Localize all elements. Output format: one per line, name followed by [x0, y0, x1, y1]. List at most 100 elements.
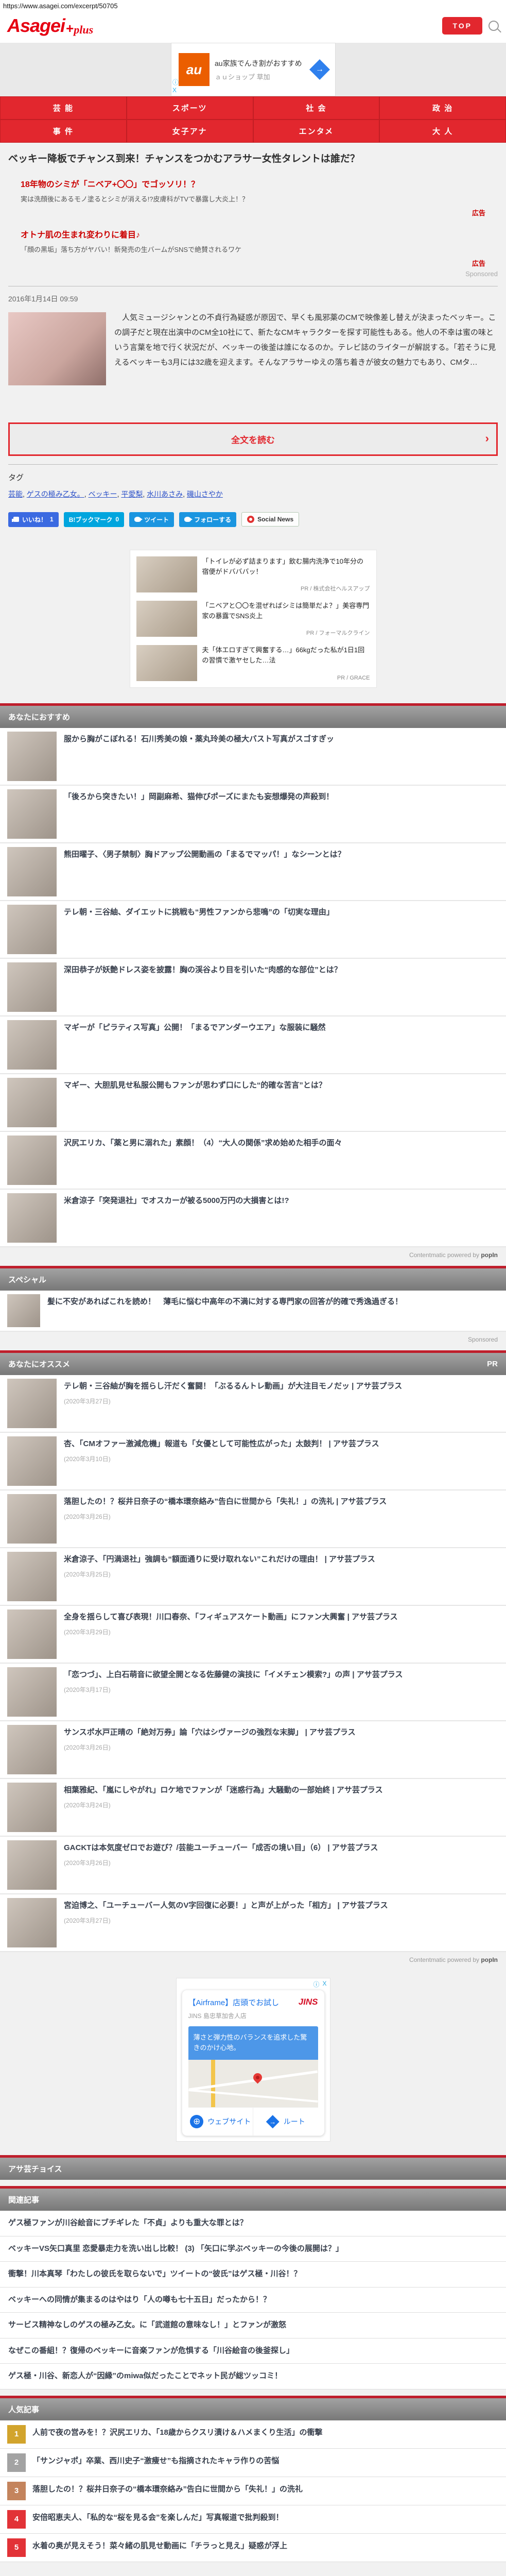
nav-item-geino[interactable]: 芸 能	[0, 96, 127, 120]
list-item[interactable]: マギーが「ピラティス写真」公開！「まるでアンダーウエア」な服装に騒然	[0, 1016, 506, 1074]
read-more-button[interactable]: 全文を読む ›	[8, 422, 498, 456]
tag-link[interactable]: 水川あさみ	[147, 490, 183, 498]
tag-link[interactable]: 芸能	[8, 490, 23, 498]
popin-credit: Contentmatic powered by popIn	[0, 1247, 506, 1260]
list-item[interactable]: テレ朝・三谷紬が胸を揺らし汗だく奮闘！「ぶるるんトレ動画」が大注目モノだッ | …	[0, 1375, 506, 1433]
hatena-label: B!ブックマーク	[69, 515, 113, 524]
list-item[interactable]: 服から胸がこぼれる！石川秀美の娘・薬丸玲美の極大バスト写真がスゴすぎッ	[0, 728, 506, 786]
native-ad[interactable]: 夫「体エロすぎて興奮する…」66kgだった私が1日1回の習慣で激ヤセした…法 P…	[134, 641, 372, 685]
article-thumbnail	[7, 789, 57, 839]
list-item[interactable]: 宮迫博之、「ユーチューバー人気のV字回復に必要！」と声が上がった「相方」 | ア…	[0, 1894, 506, 1952]
list-item[interactable]: テレ朝・三谷紬、ダイエットに挑戦も“男性ファンから悲鳴”の「切実な理由」	[0, 901, 506, 959]
list-item[interactable]: 「後ろから突きたい！」岡副麻希、猫伸びポーズにまたも妄想爆発の声殺到！	[0, 786, 506, 843]
list-item[interactable]: GACKTは本気度ゼロでお遊び？/芸能ユーチューバー「成否の境い目」（6） | …	[0, 1837, 506, 1894]
ranked-item[interactable]: 5水着の奥が見えそう！菜々緒の肌見せ動画に「チラっと見え」疑惑が浮上	[0, 2534, 506, 2562]
article-title: 深田恭子が妖艶ドレス姿を披露！胸の渓谷より目を引いた“肉感的な部位”とは？	[64, 962, 342, 1012]
nav-item-seiji[interactable]: 政 治	[379, 96, 506, 120]
nav-item-otona[interactable]: 大 人	[379, 120, 506, 143]
ranked-item[interactable]: 1人前で夜の営みを！？沢尻エリカ、「18歳からクスリ漬け＆ハメまくり生活」の衝撃	[0, 2420, 506, 2449]
text-ad-headline[interactable]: オトナ肌の生まれ変わりに着目♪	[21, 228, 485, 240]
section-header-related: 関連記事	[0, 2186, 506, 2211]
route-arrow-icon	[266, 2115, 280, 2128]
arrow-diamond-icon[interactable]: →	[309, 59, 330, 80]
article-photo	[8, 312, 106, 385]
article-thumbnail	[7, 905, 57, 954]
tag-link[interactable]: 平愛梨	[121, 490, 143, 498]
rank-badge: 4	[7, 2510, 26, 2529]
popin-credit: Contentmatic powered by popIn	[0, 1952, 506, 1964]
jins-map-ad[interactable]: ⓘ X 【Airframe】店頭でお試し JINS 島忠草加舎人店 JINS 薄…	[176, 1978, 330, 2142]
follow-label: フォローする	[194, 515, 231, 524]
article-date: (2020年3月25日)	[64, 1570, 375, 1579]
osusume-list: テレ朝・三谷紬が胸を揺らし汗だく奮闘！「ぶるるんトレ動画」が大注目モノだッ | …	[0, 1375, 506, 1952]
tweet-button[interactable]: ツイート	[129, 512, 174, 527]
facebook-like-button[interactable]: いいね！ 1	[8, 512, 59, 527]
ad-close-icon[interactable]: X	[172, 87, 179, 95]
rank-badge: 1	[7, 2425, 26, 2444]
list-item[interactable]: 全身を揺らして喜び表現！川口春奈、「フィギュアスケート動画」にファン大興奮 | …	[0, 1606, 506, 1664]
website-button[interactable]: ウェブサイト	[188, 2108, 253, 2136]
list-item[interactable]: 「恋つづ」、上白石萌音に欲望全開となる佐藤健の演技に「イメチェン模索?」の声 |…	[0, 1664, 506, 1721]
twitter-bird-icon	[134, 517, 141, 522]
twitter-follow-button[interactable]: フォローする	[179, 512, 236, 527]
article-date: (2020年3月17日)	[64, 1685, 403, 1694]
ad-thumbnail	[136, 601, 197, 637]
site-logo[interactable]: Asagei+plus	[7, 15, 93, 37]
ranked-item[interactable]: 2「サンジャポ」卒業、西川史子“激痩せ”も指摘されたキャラ作りの苦悩	[0, 2449, 506, 2477]
nav-item-sports[interactable]: スポーツ	[127, 96, 253, 120]
au-ad-card[interactable]: au au家族でんき割がおすすめ ａｕショップ 草加 → ⓘ X	[171, 43, 336, 96]
list-item[interactable]: ベッキーVS矢口真里 恋愛暴走力を洗い出し比較！ (3) 「矢口に学ぶベッキーの…	[0, 2236, 506, 2262]
list-item[interactable]: ベッキーへの同情が集まるのはやはり「人の噂も七十五日」だったから！？	[0, 2287, 506, 2313]
list-item[interactable]: 衝撃！川本真琴「わたしの彼氏を取らないで」ツイートの“彼氏”はゲス極・川谷！？	[0, 2262, 506, 2287]
list-item[interactable]: マギー、大胆肌見せ私服公開もファンが思わず口にした“的確な苦言”とは？	[0, 1074, 506, 1132]
native-ad[interactable]: 「トイレが必ず詰まります」飲む腸内洗浄で10年分の宿便がドバババッ！ PR / …	[134, 552, 372, 597]
list-item[interactable]: ゲス極・川谷、新恋人が“因縁”のmiwa似だったことでネット民が総ツッコミ！	[0, 2364, 506, 2389]
list-item[interactable]: 深田恭子が妖艶ドレス姿を披露！胸の渓谷より目を引いた“肉感的な部位”とは？	[0, 959, 506, 1016]
search-icon[interactable]	[488, 21, 499, 31]
ranked-item[interactable]: 4安倍昭恵夫人、「私的な“桜を見る会”を楽しんだ」写真報道で批判殺到！	[0, 2505, 506, 2534]
rank-badge: 5	[7, 2538, 26, 2557]
pr-label: PR	[487, 1360, 498, 1368]
list-item[interactable]: サービス精神なしのゲスの極み乙女。に「武道館の意味なし！」とファンが激怒	[0, 2313, 506, 2338]
list-item[interactable]: サンスポ水戸正晴の「絶対万券」論「穴はシヴァージの強烈な末脚」 | アサ芸プラス…	[0, 1721, 506, 1779]
article-thumbnail	[7, 1667, 57, 1717]
tag-link[interactable]: 磯山さやか	[187, 490, 223, 498]
list-item[interactable]: なぜこの番組！？復帰のベッキーに音楽ファンが危惧する「川谷絵音の後釜探し」	[0, 2338, 506, 2364]
list-item[interactable]: 杏、「CMオファー激減危機」報道も「女優として可能性広がった」太鼓判！ | アサ…	[0, 1433, 506, 1490]
list-item[interactable]: ゲス極ファンが川谷絵音にブチギレた「不貞」よりも重大な罪とは？	[0, 2211, 506, 2236]
text-ad-1[interactable]: 18年物のシミが「ニベア+〇〇」でゴッソリ！？ 実は洗顔後にあるモノ塗るとシミが…	[21, 177, 485, 217]
text-ad-headline[interactable]: 18年物のシミが「ニベア+〇〇」でゴッソリ！？	[21, 177, 485, 190]
route-button[interactable]: ルート	[253, 2108, 318, 2136]
ad-info-icon[interactable]: ⓘ	[172, 79, 179, 87]
nav-item-jiken[interactable]: 事 件	[0, 120, 127, 143]
site-header: Asagei+plus TOP	[0, 11, 506, 43]
list-item[interactable]: 沢尻エリカ、「薬と男に溺れた」素顔！（4）“大人の関係”求め始めた相手の面々	[0, 1132, 506, 1190]
list-item[interactable]: 髪に不安があればこれを読め！ 薄毛に悩む中高年の不満に対する専門家の回答が的確で…	[0, 1291, 506, 1332]
article-title: 落胆したの！？桜井日奈子の“橋本環奈絡み”告白に世間から「失礼！」の洗礼 | ア…	[64, 1494, 387, 1509]
text-ad-2[interactable]: オトナ肌の生まれ変わりに着目♪ 「顔の黒垢」落ち方がヤバい！新発売の生バームがS…	[21, 228, 485, 268]
article-thumbnail	[7, 1783, 57, 1832]
hatena-bookmark-button[interactable]: B!ブックマーク 0	[64, 512, 124, 527]
native-ad[interactable]: 「ニベアと〇〇を混ぜればシミは簡単だよ？」美容専門家の暴露でSNS炎上 PR /…	[134, 597, 372, 641]
tag-link[interactable]: ゲスの極み乙女。	[27, 490, 84, 498]
popular-list: 1人前で夜の営みを！？沢尻エリカ、「18歳からクスリ漬け＆ハメまくり生活」の衝撃…	[0, 2420, 506, 2562]
list-item[interactable]: 落胆したの！？桜井日奈子の“橋本環奈絡み”告白に世間から「失礼！」の洗礼 | ア…	[0, 1490, 506, 1548]
list-item[interactable]: 熊田曜子、〈男子禁制〉胸ドアップ公開動画の「まるでマッパ！」なシーンとは？	[0, 843, 506, 901]
section-title: 人気記事	[8, 2404, 39, 2415]
ad-close-icon[interactable]: X	[322, 1980, 326, 1989]
top-button[interactable]: TOP	[442, 17, 482, 35]
list-item[interactable]: 米倉涼子「突発退社」でオスカーが被る5000万円の大損害とは!?	[0, 1190, 506, 1247]
tag-link[interactable]: ベッキー	[89, 490, 117, 498]
ad-thumbnail	[136, 645, 197, 681]
nav-item-shakai[interactable]: 社 会	[253, 96, 380, 120]
ranked-item[interactable]: 3落胆したの！？桜井日奈子の“橋本環奈絡み”告白に世間から「失礼！」の洗礼	[0, 2477, 506, 2505]
ad-title: 夫「体エロすぎて興奮する…」66kgだった私が1日1回の習慣で激ヤセした…法	[202, 645, 370, 666]
nav-item-joshiana[interactable]: 女子アナ	[127, 120, 253, 143]
list-item[interactable]: 相葉雅紀、「嵐にしやがれ」ロケ地でファンが「迷惑行為」大騒動の一部始終 | アサ…	[0, 1779, 506, 1837]
list-item[interactable]: 米倉涼子、「円満退社」強調も“額面通りに受け取れない”これだけの理由！ | アサ…	[0, 1548, 506, 1606]
social-news-button[interactable]: Social News	[241, 512, 299, 527]
nav-item-entame[interactable]: エンタメ	[253, 120, 380, 143]
logo-text: Asagei	[7, 15, 65, 37]
ad-info-icon[interactable]: ⓘ	[313, 1980, 319, 1989]
logo-plus-icon: +	[66, 21, 74, 37]
